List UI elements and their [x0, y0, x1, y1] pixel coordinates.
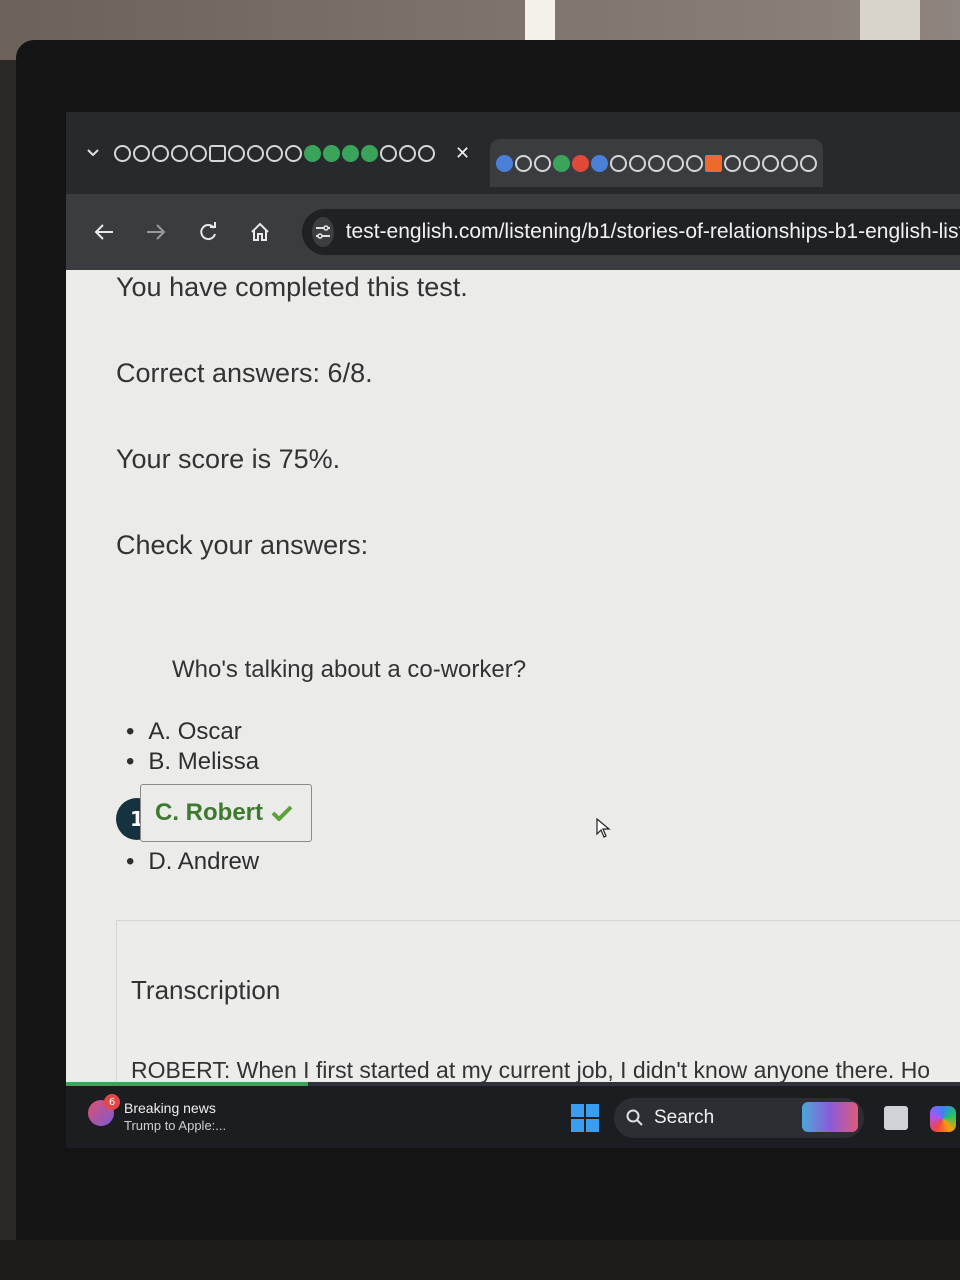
copilot-icon[interactable]: [930, 1106, 956, 1132]
tune-icon: [315, 225, 330, 239]
news-badge: 6: [104, 1094, 120, 1110]
tab-favicon[interactable]: [380, 144, 397, 162]
url-text[interactable]: test-english.com/listening/b1/stories-of…: [346, 220, 960, 244]
tab-favicon[interactable]: [304, 144, 321, 162]
tab-favicon[interactable]: [553, 154, 571, 172]
answer-option-b[interactable]: B. Melissa: [126, 748, 259, 776]
reload-icon: [200, 222, 216, 241]
tab-favicon[interactable]: [323, 144, 340, 162]
score-text: Your score is 75%.: [116, 444, 341, 474]
download-tab-icon[interactable]: [209, 144, 226, 162]
mouse-cursor-icon: [596, 818, 611, 838]
tab-favicon[interactable]: [648, 154, 666, 172]
close-tab-icon[interactable]: ✕: [455, 143, 470, 164]
background-light: [525, 0, 555, 42]
question-text: Who's talking about a co-worker?: [172, 656, 527, 683]
reload-button[interactable]: [188, 212, 228, 252]
people-app-icon[interactable]: [802, 1102, 858, 1132]
completion-message: You have completed this test.: [116, 272, 468, 302]
taskbar: 6 Breaking news Trump to Apple:... Searc…: [66, 1082, 960, 1148]
search-label: Search: [654, 1107, 715, 1128]
tab-favicon[interactable]: [629, 154, 647, 172]
youtube-tab-icon[interactable]: [572, 154, 590, 172]
news-title[interactable]: Breaking news: [124, 1100, 216, 1116]
arrow-left-icon: [94, 224, 113, 240]
tab-favicon[interactable]: [610, 154, 628, 172]
back-button[interactable]: [84, 212, 124, 252]
tab-favicon[interactable]: [705, 154, 723, 172]
tab-favicon[interactable]: [266, 144, 283, 162]
transcription-heading: Transcription: [131, 975, 281, 1005]
tab-favicon[interactable]: [762, 154, 780, 172]
search-icon: [626, 1109, 643, 1126]
tab-favicon[interactable]: [399, 144, 416, 162]
tab-favicon[interactable]: [171, 144, 188, 162]
tab-favicon[interactable]: [114, 144, 131, 162]
answer-option-d[interactable]: D. Andrew: [126, 848, 259, 876]
home-button[interactable]: [240, 212, 280, 252]
openai-tab-icon[interactable]: [686, 154, 704, 172]
tab-favicon[interactable]: [418, 144, 435, 162]
tab-search-dropdown[interactable]: [82, 142, 104, 164]
correct-answers-text: Correct answers: 6/8.: [116, 358, 373, 388]
tab-favicon[interactable]: [152, 144, 169, 162]
arrow-right-icon: [147, 224, 166, 240]
drive-tab-icon[interactable]: [496, 154, 514, 172]
laptop-bezel: ✕ test-english.com/listening/b1/stories-…: [16, 40, 960, 1270]
correct-answer-option[interactable]: C. Robert: [140, 784, 312, 842]
check-answers-heading: Check your answers:: [116, 530, 369, 560]
transcription-text: ROBERT: When I first started at my curre…: [131, 1057, 931, 1083]
tab-favicon[interactable]: [247, 144, 264, 162]
page-content: You have completed this test. Correct an…: [66, 270, 960, 1148]
tab-favicon[interactable]: [515, 154, 533, 172]
tab-bar: ✕: [66, 112, 960, 194]
screen: ✕ test-english.com/listening/b1/stories-…: [66, 112, 960, 1148]
tab-favicon[interactable]: [743, 154, 761, 172]
tab-favicon[interactable]: [133, 144, 150, 162]
home-icon: [251, 222, 269, 241]
tab-favicon[interactable]: [190, 144, 207, 162]
page-load-progress: [66, 1082, 308, 1086]
tab-favicon[interactable]: [781, 154, 799, 172]
browser-toolbar: test-english.com/listening/b1/stories-of…: [66, 194, 960, 270]
more-tabs: [490, 139, 824, 187]
forward-button[interactable]: [136, 212, 176, 252]
answer-option-a[interactable]: A. Oscar: [126, 718, 241, 746]
checkmark-icon: [271, 805, 293, 821]
tab-favicon[interactable]: [724, 154, 742, 172]
tab-favicon[interactable]: [285, 144, 302, 162]
tab-favicon[interactable]: [361, 144, 378, 162]
tab-favicon[interactable]: [228, 144, 245, 162]
address-bar[interactable]: test-english.com/listening/b1/stories-of…: [302, 209, 960, 255]
tab-favicon[interactable]: [591, 154, 609, 172]
laptop-base: [0, 1240, 960, 1280]
site-info-icon[interactable]: [312, 217, 334, 247]
app-icon[interactable]: [884, 1106, 908, 1130]
tab-favicon[interactable]: [800, 154, 818, 172]
chevron-down-icon: [87, 149, 99, 157]
correct-answer-label: C. Robert: [155, 799, 263, 826]
windows-start-icon[interactable]: [571, 1104, 599, 1132]
tab-favicon[interactable]: [342, 144, 359, 162]
tab-favicon[interactable]: [667, 154, 685, 172]
tab-favicon[interactable]: [534, 154, 552, 172]
news-subtitle[interactable]: Trump to Apple:...: [124, 1118, 226, 1133]
pinned-tabs: [114, 144, 435, 162]
